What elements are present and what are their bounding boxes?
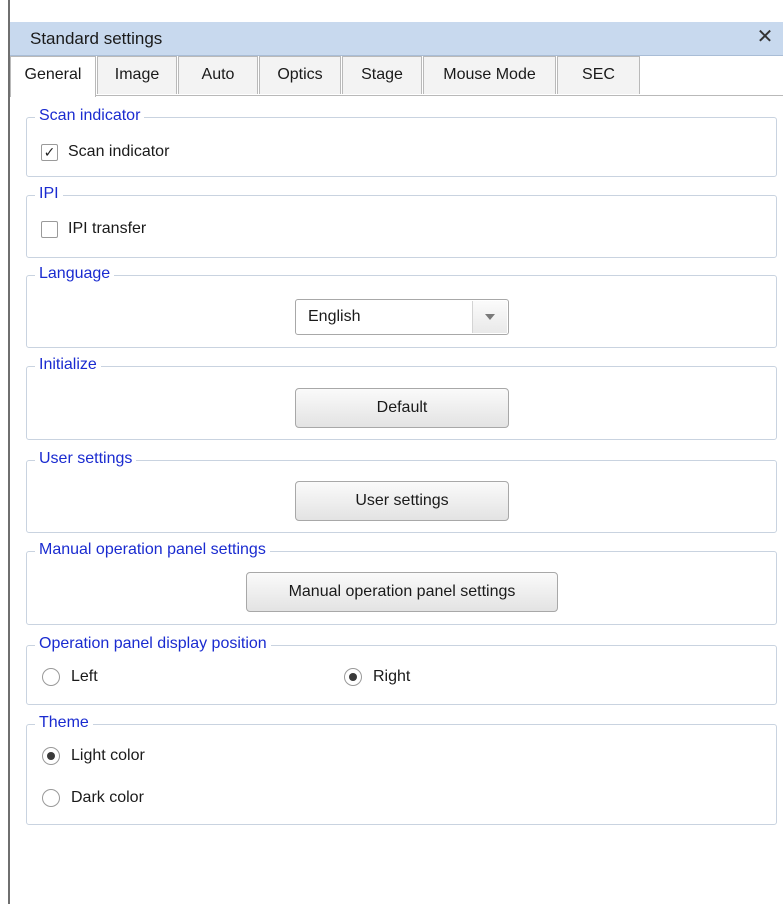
window-left-edge	[8, 0, 10, 904]
position-right-option[interactable]: Right	[344, 668, 410, 686]
position-left-radio[interactable]	[42, 668, 60, 686]
user-settings-group: User settings User settings	[26, 449, 777, 533]
scan-indicator-checkbox-row[interactable]: ✓ Scan indicator	[41, 143, 169, 161]
theme-dark-label: Dark color	[71, 789, 144, 806]
theme-light-option[interactable]: Light color	[42, 747, 145, 765]
initialize-group: Initialize Default	[26, 355, 777, 440]
theme-light-label: Light color	[71, 747, 145, 764]
initialize-legend: Initialize	[35, 355, 101, 375]
chevron-down-icon	[485, 314, 495, 320]
user-settings-legend: User settings	[35, 449, 137, 469]
language-select[interactable]: English	[295, 299, 509, 335]
position-right-radio[interactable]	[344, 668, 362, 686]
language-legend: Language	[35, 264, 115, 284]
tab-sec[interactable]: SEC	[557, 56, 640, 94]
tab-auto[interactable]: Auto	[178, 56, 258, 94]
manual-panel-legend: Manual operation panel settings	[35, 540, 270, 560]
title-bar: Standard settings ✕	[10, 22, 783, 56]
ipi-legend: IPI	[35, 184, 63, 204]
ipi-transfer-label: IPI transfer	[68, 220, 147, 237]
default-button[interactable]: Default	[295, 388, 509, 428]
tab-bar: General Image Auto Optics Stage Mouse Mo…	[10, 56, 783, 97]
panel-position-legend: Operation panel display position	[35, 634, 271, 654]
scan-indicator-group: Scan indicator ✓ Scan indicator	[26, 106, 777, 177]
dropdown-button[interactable]	[472, 301, 507, 333]
theme-dark-radio[interactable]	[42, 789, 60, 807]
tab-stage[interactable]: Stage	[342, 56, 422, 94]
ipi-transfer-checkbox-row[interactable]: IPI transfer	[41, 220, 146, 238]
tab-general[interactable]: General	[10, 56, 96, 97]
position-left-label: Left	[71, 668, 98, 685]
theme-light-radio[interactable]	[42, 747, 60, 765]
language-group: Language English	[26, 264, 777, 348]
position-right-label: Right	[373, 668, 411, 685]
ipi-transfer-checkbox[interactable]	[41, 220, 58, 238]
ipi-group: IPI IPI transfer	[26, 184, 777, 258]
window-title: Standard settings	[30, 29, 163, 48]
manual-panel-settings-button[interactable]: Manual operation panel settings	[246, 572, 558, 612]
scan-indicator-checkbox[interactable]: ✓	[41, 143, 58, 161]
tab-image[interactable]: Image	[97, 56, 177, 94]
tab-mouse-mode[interactable]: Mouse Mode	[423, 56, 556, 94]
tab-optics[interactable]: Optics	[259, 56, 341, 94]
theme-dark-option[interactable]: Dark color	[42, 789, 144, 807]
manual-panel-group: Manual operation panel settings Manual o…	[26, 540, 777, 625]
close-icon[interactable]: ✕	[753, 24, 777, 50]
position-left-option[interactable]: Left	[42, 668, 98, 686]
theme-group: Theme Light color Dark color	[26, 713, 777, 825]
theme-legend: Theme	[35, 713, 93, 733]
panel-position-group: Operation panel display position Left Ri…	[26, 634, 777, 705]
scan-indicator-label: Scan indicator	[68, 143, 170, 160]
language-select-value: English	[308, 308, 361, 325]
scan-indicator-legend: Scan indicator	[35, 106, 145, 126]
tab-divider	[10, 95, 783, 96]
user-settings-button[interactable]: User settings	[295, 481, 509, 521]
